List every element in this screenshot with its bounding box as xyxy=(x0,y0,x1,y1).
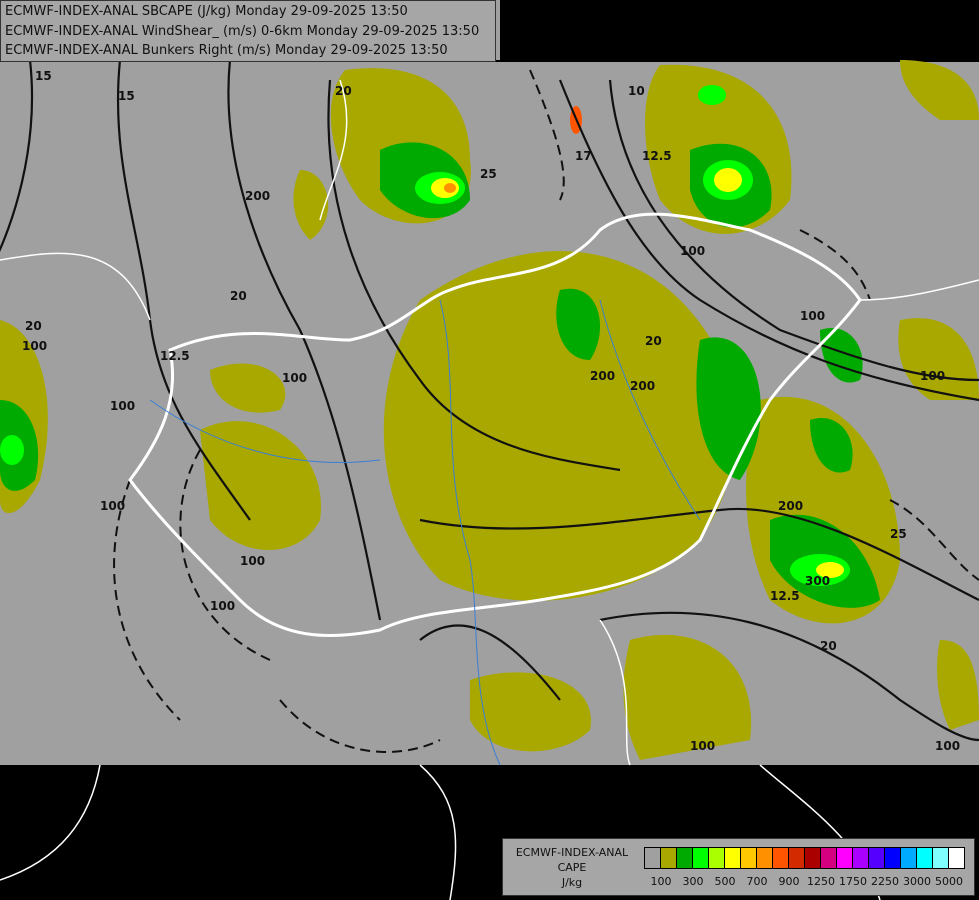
contour-label: 15 xyxy=(35,69,52,83)
legend-swatch xyxy=(757,848,773,868)
legend-title-unit: J/kg xyxy=(561,876,583,889)
contour-label: 200 xyxy=(590,369,615,383)
legend-swatch xyxy=(741,848,757,868)
map-title-panel: ECMWF-INDEX-ANAL SBCAPE (J/kg) Monday 29… xyxy=(0,0,496,62)
contour-label: 25 xyxy=(480,167,497,181)
legend-label: 500 xyxy=(714,875,736,888)
contour-label: 100 xyxy=(100,499,125,513)
contour-label: 20 xyxy=(25,319,42,333)
contour-label: 300 xyxy=(805,574,830,588)
contour-label: 20 xyxy=(230,289,247,303)
legend-swatch xyxy=(773,848,789,868)
contour-label: 100 xyxy=(920,369,945,383)
legend-swatch xyxy=(837,848,853,868)
contour-label: 10 xyxy=(628,84,645,98)
legend-title: ECMWF-INDEX-ANAL CAPE J/kg xyxy=(507,845,637,890)
legend-swatch xyxy=(661,848,677,868)
contour-label: 100 xyxy=(240,554,265,568)
legend-swatch xyxy=(901,848,917,868)
contour-label: 20 xyxy=(820,639,837,653)
legend-label: 3000 xyxy=(903,875,931,888)
contour-label: 17 xyxy=(575,149,592,163)
contour-label: 12.5 xyxy=(160,349,190,363)
legend-swatch xyxy=(693,848,709,868)
legend-swatch xyxy=(853,848,869,868)
legend-label: 1250 xyxy=(807,875,835,888)
legend-swatch xyxy=(805,848,821,868)
legend-label: 1750 xyxy=(839,875,867,888)
legend-swatch xyxy=(949,848,964,868)
legend-swatch xyxy=(789,848,805,868)
contour-label: 200 xyxy=(778,499,803,513)
legend-swatch xyxy=(885,848,901,868)
legend-swatch xyxy=(917,848,933,868)
legend-swatch xyxy=(645,848,661,868)
legend-title-source: ECMWF-INDEX-ANAL xyxy=(515,846,629,859)
legend-title-variable: CAPE xyxy=(557,861,587,874)
contour-label: 100 xyxy=(22,339,47,353)
legend-label: 700 xyxy=(746,875,768,888)
legend-swatch xyxy=(709,848,725,868)
legend-swatch xyxy=(725,848,741,868)
contour-label: 200 xyxy=(245,189,270,203)
contour-label: 100 xyxy=(800,309,825,323)
legend-color-bar xyxy=(644,847,965,869)
title-line-sbcape: ECMWF-INDEX-ANAL SBCAPE (J/kg) Monday 29… xyxy=(5,4,408,19)
legend-label: 900 xyxy=(778,875,800,888)
legend-label: 100 xyxy=(650,875,672,888)
legend-label: 300 xyxy=(682,875,704,888)
contour-label: 200 xyxy=(630,379,655,393)
contour-label: 100 xyxy=(935,739,960,753)
legend-label: 5000 xyxy=(935,875,963,888)
legend-label: 2250 xyxy=(871,875,899,888)
contour-label: 12.5 xyxy=(770,589,800,603)
legend-swatch xyxy=(933,848,949,868)
contour-label: 20 xyxy=(645,334,662,348)
contour-label: 100 xyxy=(690,739,715,753)
contour-label: 100 xyxy=(210,599,235,613)
contour-label: 100 xyxy=(680,244,705,258)
legend-swatch xyxy=(677,848,693,868)
contour-label: 12.5 xyxy=(642,149,672,163)
cape-legend: ECMWF-INDEX-ANAL CAPE J/kg 100 300 500 700 9… xyxy=(502,838,975,896)
title-line-windshear: ECMWF-INDEX-ANAL WindShear_ (m/s) 0-6km … xyxy=(5,23,480,39)
weather-map: 15 15 20 25 17 12.5 10 20 12.5 20 20 25 20 12.5 100 200… xyxy=(0,0,979,900)
contour-label: 100 xyxy=(282,371,307,385)
legend-swatch xyxy=(869,848,885,868)
contour-label: 15 xyxy=(118,89,135,103)
contour-label: 20 xyxy=(335,84,352,98)
title-line-bunkers: ECMWF-INDEX-ANAL Bunkers Right (m/s) Mon… xyxy=(5,43,448,58)
legend-swatch xyxy=(821,848,837,868)
contour-label: 100 xyxy=(110,399,135,413)
contour-label: 25 xyxy=(890,527,907,541)
